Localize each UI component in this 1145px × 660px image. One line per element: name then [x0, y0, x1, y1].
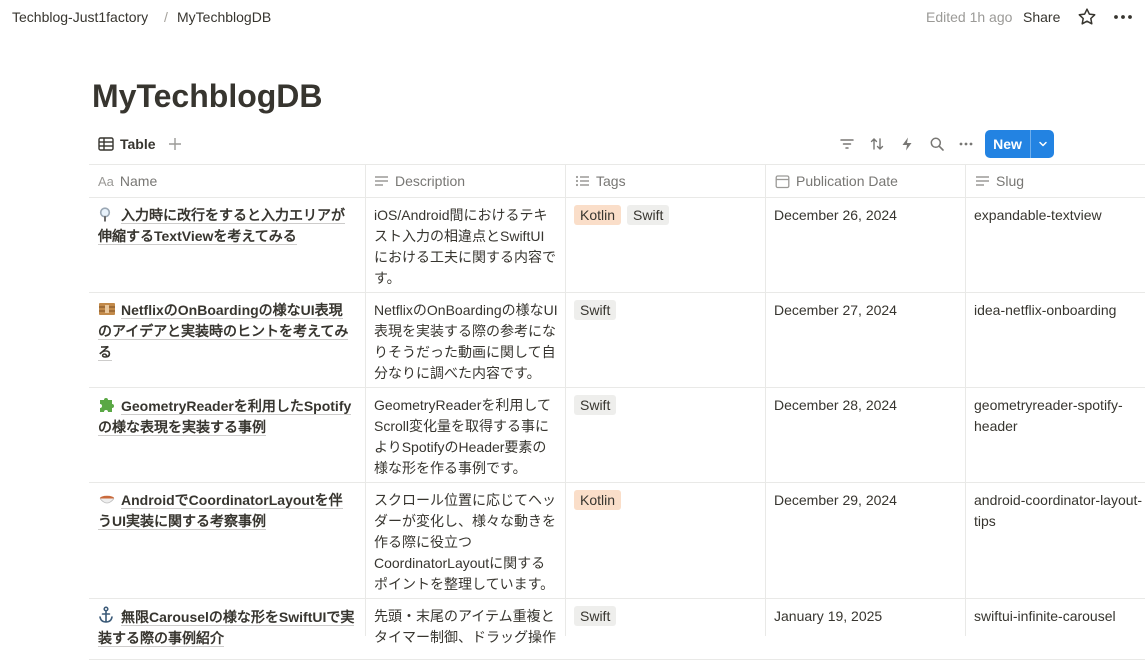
top-bar: Techblog-Just1factory / MyTechblogDB Edi… — [0, 0, 1145, 34]
description-cell[interactable]: スクロール位置に応じてヘッダーが変化し、様々な動きを作る際に役立つCoordin… — [374, 490, 558, 595]
column-header-description[interactable]: Description — [374, 165, 465, 197]
name-cell[interactable]: AndroidでCoordinatorLayoutを伴うUI実装に関する考察事例 — [98, 490, 356, 532]
breadcrumb-page[interactable]: MyTechblogDB — [177, 9, 271, 25]
view-tab-label: Table — [120, 136, 156, 152]
tags-cell[interactable]: Kotlin Swift — [574, 205, 670, 225]
name-cell[interactable]: 入力時に改行をすると入力エリアが伸縮するTextViewを考えてみる — [98, 205, 356, 247]
name-cell[interactable]: 無限Carouselの様な形をSwiftUIで実装する際の事例紹介 — [98, 606, 356, 649]
view-tab-table[interactable]: Table — [98, 133, 156, 155]
table-row[interactable]: 無限Carouselの様な形をSwiftUIで実装する際の事例紹介 先頭・末尾の… — [89, 599, 1145, 660]
column-header-label: Name — [119, 173, 158, 189]
tags-cell[interactable]: Swift — [574, 606, 617, 626]
search-icon[interactable] — [927, 134, 947, 154]
tag: Swift — [574, 395, 617, 415]
anchor-icon — [98, 606, 116, 623]
table-row[interactable]: NetflixのOnBoardingの様なUI表現のアイデアと実装時のヒントを考… — [89, 293, 1145, 388]
column-header-label: Description — [395, 173, 466, 189]
slug-cell[interactable]: android-coordinator-layout-tips — [974, 490, 1145, 532]
column-header-name[interactable]: Aa Name — [98, 165, 157, 197]
date-cell[interactable]: December 27, 2024 — [774, 300, 954, 321]
row-title[interactable]: 入力時に改行をすると入力エリアが伸縮するTextViewを考えてみる — [98, 207, 345, 245]
bowl-icon — [98, 491, 116, 507]
slug-cell[interactable]: geometryreader-spotify-header — [974, 395, 1145, 437]
new-button-label[interactable]: New — [985, 130, 1030, 158]
automation-bolt-icon[interactable] — [897, 134, 917, 154]
row-title[interactable]: NetflixのOnBoardingの様なUI表現のアイデアと実装時のヒントを考… — [98, 302, 349, 361]
calendar-icon — [775, 174, 790, 189]
column-header-label: Publication Date — [796, 173, 898, 189]
text-property-icon: Aa — [98, 173, 114, 189]
table-icon — [98, 137, 114, 151]
tags-cell[interactable]: Swift — [574, 395, 617, 415]
date-cell[interactable]: December 29, 2024 — [774, 490, 954, 511]
new-button[interactable]: New — [985, 130, 1054, 158]
tags-cell[interactable]: Kotlin — [574, 490, 622, 510]
description-cell[interactable]: NetflixのOnBoardingの様なUI表現を実装する際の参考になりそうだ… — [374, 300, 558, 384]
tags-cell[interactable]: Swift — [574, 300, 617, 320]
description-cell[interactable]: GeometryReaderを利用してScroll変化量を取得する事によりSpo… — [374, 395, 558, 479]
tag: Kotlin — [574, 205, 622, 225]
description-cell[interactable]: 先頭・末尾のアイテム重複とタイマー制御、ドラッグ操作 — [374, 606, 558, 648]
page-title: MyTechblogDB — [92, 78, 323, 114]
slug-cell[interactable]: idea-netflix-onboarding — [974, 300, 1145, 321]
description-cell[interactable]: iOS/Android間におけるテキスト入力の相違点とSwiftUIにおける工夫… — [374, 205, 558, 289]
breadcrumb-separator: / — [164, 9, 168, 25]
tag: Swift — [574, 300, 617, 320]
list-icon — [575, 174, 590, 188]
name-cell[interactable]: GeometryReaderを利用したSpotifyの様な表現を実装する事例 — [98, 395, 356, 438]
chevron-down-icon[interactable] — [1030, 130, 1054, 158]
slug-cell[interactable]: expandable-textview — [974, 205, 1145, 226]
column-header-slug[interactable]: Slug — [975, 165, 1024, 197]
table-header: Aa Name Description Tags Publication Dat… — [89, 165, 1145, 198]
slug-cell[interactable]: swiftui-infinite-carousel — [974, 606, 1145, 627]
filter-icon[interactable] — [837, 134, 857, 154]
lines-icon — [975, 174, 990, 188]
more-options-icon[interactable] — [1112, 6, 1134, 28]
share-button[interactable]: Share — [1023, 9, 1060, 25]
date-cell[interactable]: January 19, 2025 — [774, 606, 954, 627]
row-title[interactable]: GeometryReaderを利用したSpotifyの様な表現を実装する事例 — [98, 398, 352, 436]
column-header-label: Tags — [596, 173, 626, 189]
star-icon[interactable] — [1076, 6, 1098, 28]
puzzle-icon — [98, 395, 116, 412]
sort-icon[interactable] — [867, 134, 887, 154]
lines-icon — [374, 174, 389, 188]
date-cell[interactable]: December 28, 2024 — [774, 395, 954, 416]
table-row[interactable]: AndroidでCoordinatorLayoutを伴うUI実装に関する考察事例… — [89, 483, 1145, 599]
name-cell[interactable]: NetflixのOnBoardingの様なUI表現のアイデアと実装時のヒントを考… — [98, 300, 356, 363]
row-title[interactable]: 無限Carouselの様な形をSwiftUIで実装する際の事例紹介 — [98, 609, 355, 647]
tag: Kotlin — [574, 490, 622, 510]
breadcrumb-workspace[interactable]: Techblog-Just1factory — [12, 9, 148, 25]
edited-status: Edited 1h ago — [926, 9, 1013, 25]
view-options-icon[interactable] — [956, 134, 976, 154]
add-view-icon[interactable] — [166, 135, 184, 153]
tag: Swift — [574, 606, 617, 626]
tag: Swift — [627, 205, 670, 225]
table-row[interactable]: 入力時に改行をすると入力エリアが伸縮するTextViewを考えてみる iOS/A… — [89, 198, 1145, 293]
box-icon — [98, 301, 116, 317]
mag-icon — [98, 206, 116, 222]
table-row[interactable]: GeometryReaderを利用したSpotifyの様な表現を実装する事例 G… — [89, 388, 1145, 483]
column-header-tags[interactable]: Tags — [575, 165, 626, 197]
column-header-label: Slug — [996, 173, 1025, 189]
row-title[interactable]: AndroidでCoordinatorLayoutを伴うUI実装に関する考察事例 — [98, 492, 343, 530]
column-header-publication-date[interactable]: Publication Date — [775, 165, 898, 197]
date-cell[interactable]: December 26, 2024 — [774, 205, 954, 226]
